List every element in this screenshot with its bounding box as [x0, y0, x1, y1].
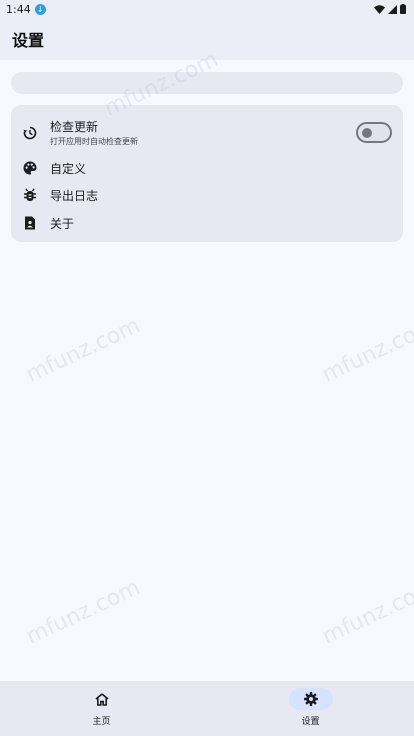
- signal-icon: [388, 4, 397, 14]
- status-right: [374, 4, 406, 14]
- settings-item-subtitle: 打开应用时自动检查更新: [50, 137, 138, 146]
- watermark: mfunz.com: [22, 575, 145, 650]
- settings-item-label: 自定义: [50, 162, 87, 176]
- wifi-icon: [374, 4, 385, 14]
- settings-item-customize[interactable]: 自定义: [11, 157, 403, 179]
- update-history-icon: [23, 126, 37, 140]
- nav-label: 主页: [92, 717, 111, 727]
- status-time: 1:44: [6, 2, 31, 16]
- watermark: mfunz.com: [22, 313, 145, 388]
- placeholder-pill[interactable]: [11, 72, 403, 94]
- nav-item-home[interactable]: 主页: [0, 681, 207, 736]
- nav-item-settings[interactable]: 设置: [207, 681, 414, 736]
- about-contact-icon: [23, 216, 37, 230]
- settings-item-label: 检查更新: [50, 120, 99, 134]
- status-left: 1:44 ↓: [6, 3, 46, 16]
- home-icon: [80, 688, 124, 710]
- page-title: 设置: [12, 31, 45, 50]
- download-notification-icon: ↓: [34, 3, 46, 15]
- settings-item-about[interactable]: 关于: [11, 212, 403, 234]
- settings-item-label: 关于: [50, 217, 75, 231]
- watermark: mfunz.com: [318, 313, 414, 388]
- palette-icon: [23, 161, 37, 175]
- bug-icon: [23, 188, 37, 202]
- settings-item-check-update[interactable]: 检查更新 打开应用时自动检查更新: [11, 113, 403, 153]
- toggle-knob: [362, 128, 372, 138]
- gear-icon: [289, 688, 333, 710]
- settings-item-label: 导出日志: [50, 189, 99, 203]
- battery-icon: [400, 4, 406, 14]
- watermark: mfunz.com: [318, 575, 414, 650]
- auto-update-toggle[interactable]: [356, 122, 392, 143]
- status-bar: 1:44 ↓: [0, 0, 414, 18]
- settings-item-export-logs[interactable]: 导出日志: [11, 184, 403, 206]
- app-bar: 设置: [0, 18, 414, 60]
- settings-card: 检查更新 打开应用时自动检查更新 自定义 导出日志 关于: [11, 105, 403, 242]
- bottom-navigation: 主页 设置: [0, 681, 414, 736]
- nav-label: 设置: [301, 717, 320, 727]
